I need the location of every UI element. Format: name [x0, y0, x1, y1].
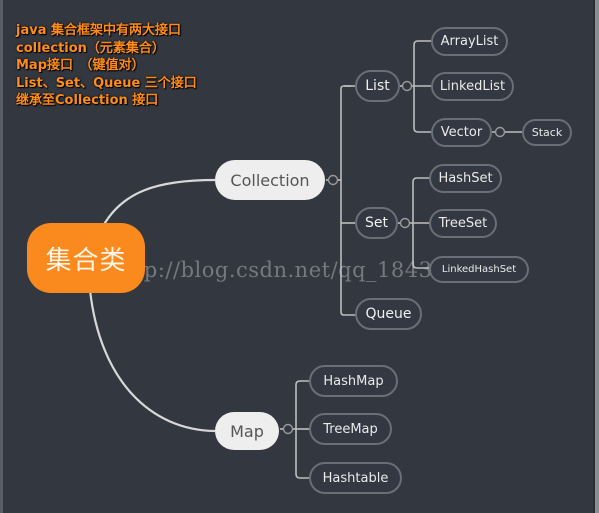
node-set[interactable]: Set	[355, 207, 398, 239]
node-arraylist[interactable]: ArrayList	[431, 27, 508, 56]
node-treeset[interactable]: TreeSet	[429, 209, 497, 238]
connector-root-map	[88, 289, 216, 433]
node-collection[interactable]: Collection	[215, 160, 325, 200]
node-root[interactable]: 集合类	[27, 223, 145, 293]
node-queue[interactable]: Queue	[355, 298, 422, 330]
node-map[interactable]: Map	[215, 412, 279, 450]
collapse-toggle-collection	[327, 174, 339, 186]
node-linkedlist[interactable]: LinkedList	[431, 72, 514, 101]
node-hashmap[interactable]: HashMap	[309, 365, 398, 397]
node-hashset[interactable]: HashSet	[429, 164, 502, 193]
collapse-toggle-map	[282, 423, 294, 435]
node-vector[interactable]: Vector	[431, 118, 492, 147]
node-linkedhashset[interactable]: LinkedHashSet	[429, 256, 529, 283]
node-stack[interactable]: Stack	[522, 119, 572, 146]
node-hashtable[interactable]: Hashtable	[309, 462, 402, 494]
node-list[interactable]: List	[355, 70, 400, 102]
collapse-toggle-list	[401, 80, 413, 92]
collapse-toggle-set	[399, 217, 411, 229]
node-treemap[interactable]: TreeMap	[309, 413, 392, 445]
collapse-toggle-vector	[494, 126, 506, 138]
